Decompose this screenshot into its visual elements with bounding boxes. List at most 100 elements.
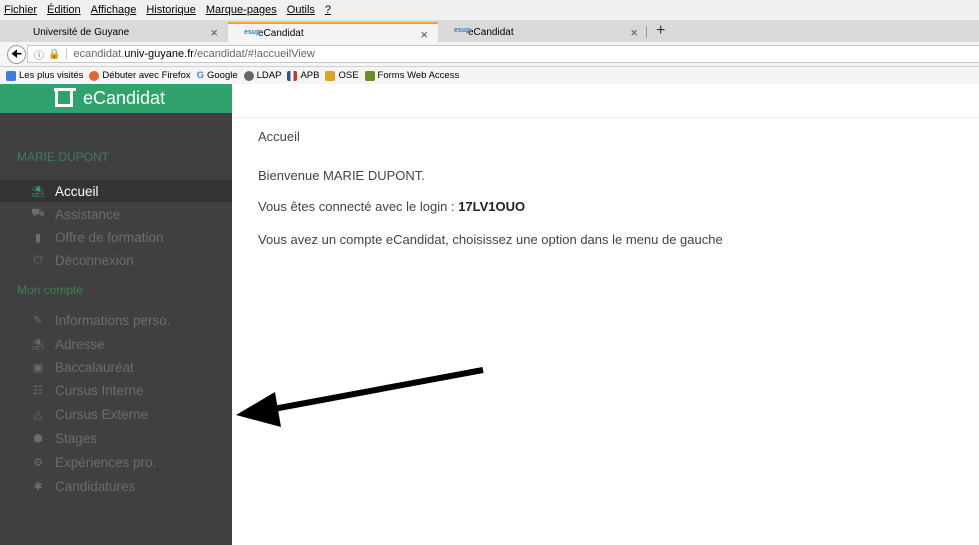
ecandidat-logo-icon [54, 87, 76, 107]
menu-historique[interactable]: Historique [146, 4, 196, 16]
sidebar-item-label: Candidatures [55, 478, 136, 494]
insecure-lock-icon[interactable]: 🔒 [48, 49, 60, 60]
sidebar-item-label: Stages [55, 430, 98, 446]
google-icon: G [196, 70, 204, 81]
sidebar-item-cursus-interne[interactable]: ☷ Cursus Interne [0, 379, 232, 401]
sidebar-item-adresse[interactable]: ⛱ Adresse [0, 333, 232, 355]
sidebar-item-baccalaureat[interactable]: ▣ Baccalauréat [0, 356, 232, 378]
tab-label: eCandidat [258, 27, 304, 39]
book-icon: ▣ [32, 361, 44, 374]
back-arrow-icon[interactable]: 🠈 [7, 45, 26, 64]
sidebar-item-label: Déconnexion [55, 252, 134, 268]
graduation-cap-icon: △ [33, 408, 43, 421]
bookmark-forms[interactable]: Forms Web Access [364, 70, 460, 81]
bookmark-label: APB [300, 70, 320, 81]
bookmark-most-visited[interactable]: Les plus visités [6, 70, 83, 81]
tab-bar: Université de Guyane × esup eCandidat × … [0, 20, 979, 42]
navigation-bar: 🠈 ⓘ 🔒 ecandidat. univ-guyane.fr/ecandidat… [0, 42, 979, 67]
menu-affichage[interactable]: Affichage [91, 4, 137, 16]
home-icon: ⛱ [31, 185, 45, 198]
firefox-icon [89, 70, 100, 81]
bookmark-label: OSE [338, 70, 359, 81]
sidebar-item-offre-formation[interactable]: ▮ Offre de formation [0, 226, 232, 248]
page-title: Accueil [258, 129, 300, 144]
main-content: Accueil Bienvenue MARIE DUPONT. Vous ête… [232, 84, 979, 545]
tab-ecandidat-active[interactable]: esup eCandidat × [228, 22, 438, 42]
tab-label: eCandidat [468, 26, 514, 38]
power-icon: ⏻ [33, 253, 43, 266]
sidebar-item-stages[interactable]: ⬢ Stages [0, 427, 232, 449]
tab-ecandidat[interactable]: esup eCandidat × [438, 22, 648, 42]
user-name: MARIE DUPONT [17, 150, 110, 164]
sidebar-item-label: Cursus Interne [55, 382, 144, 398]
url-bar[interactable]: ⓘ 🔒 ecandidat. univ-guyane.fr/ecandidat/#… [27, 45, 979, 63]
sidebar-item-label: Accueil [55, 183, 99, 199]
bookmark-icon: ▮ [34, 231, 42, 244]
sidebar-item-label: Expériences pro. [55, 454, 157, 470]
cube-icon: ⬢ [33, 432, 43, 445]
truck-icon: ⛟ [31, 207, 45, 219]
bookmark-ldap[interactable]: LDAP [243, 70, 282, 81]
brand-header[interactable]: eCandidat [0, 84, 232, 113]
sidebar-item-label: Adresse [55, 336, 105, 352]
sidebar-item-assistance[interactable]: ⛟ Assistance [0, 203, 232, 225]
asterisk-icon: ✱ [33, 480, 43, 493]
login-line: Vous êtes connecté avec le login : 17LV1… [258, 199, 525, 214]
menu-marque-pages[interactable]: Marque-pages [206, 4, 277, 16]
menu-aide[interactable]: ? [325, 4, 331, 16]
bookmark-getting-started[interactable]: Débuter avec Firefox [89, 70, 191, 81]
sidebar-item-cursus-externe[interactable]: △ Cursus Externe [0, 403, 232, 425]
sidebar-item-label: Assistance [55, 206, 121, 222]
brand-name: eCandidat [83, 88, 166, 108]
bookmarks-bar: Les plus visités Débuter avec Firefox G … [0, 67, 979, 84]
menu-edition[interactable]: Édition [47, 4, 81, 16]
new-tab-icon[interactable]: + [656, 22, 665, 40]
close-icon[interactable]: × [420, 27, 428, 42]
url-path: /ecandidat/#!accueilView [193, 48, 315, 60]
menu-bar: Fichier Édition Affichage Historique Mar… [0, 0, 979, 20]
bookmark-apb[interactable]: APB [287, 70, 319, 81]
sidebar-item-label: Informations perso. [55, 312, 171, 328]
bookmark-label: Forms Web Access [377, 70, 460, 81]
tab-separator [646, 26, 647, 38]
flag-icon [287, 70, 298, 81]
sidebar-item-deconnexion[interactable]: ⏻ Déconnexion [0, 249, 232, 271]
sidebar-item-informations[interactable]: ✎ Informations perso. [0, 309, 232, 331]
info-icon[interactable]: ⓘ [34, 47, 44, 62]
bookmark-label: LDAP [256, 70, 282, 81]
main-header [232, 84, 979, 118]
menu-outils[interactable]: Outils [287, 4, 315, 16]
sidebar-item-label: Baccalauréat [55, 359, 134, 375]
bookmark-label: Les plus visités [19, 70, 84, 81]
section-mon-compte: Mon compte [17, 283, 84, 297]
menu-fichier[interactable]: Fichier [4, 4, 37, 16]
url-prefix: ecandidat. [73, 48, 125, 60]
login-label: Vous êtes connecté avec le login : [258, 199, 459, 214]
bookmark-label: Débuter avec Firefox [102, 70, 191, 81]
sidebar-item-experiences[interactable]: ⚙ Expériences pro. [0, 451, 232, 473]
login-value: 17LV1OUO [458, 199, 526, 214]
ose-icon [325, 70, 336, 81]
bookmark-ose[interactable]: OSE [325, 70, 359, 81]
esup-icon: esup [454, 27, 471, 34]
info-text: Vous avez un compte eCandidat, choisisse… [258, 232, 723, 247]
cogs-icon: ⚙ [33, 456, 43, 469]
url-domain: univ-guyane.fr [124, 48, 194, 60]
close-icon[interactable]: × [210, 25, 218, 40]
esup-icon: esup [244, 29, 261, 36]
globe-icon [243, 70, 254, 81]
home-icon: ⛱ [31, 338, 45, 351]
sidebar-item-candidatures[interactable]: ✱ Candidatures [0, 475, 232, 497]
sidebar-item-label: Cursus Externe [55, 406, 149, 422]
tab-label: Université de Guyane [33, 26, 130, 38]
institution-icon: ☷ [33, 384, 43, 397]
close-icon[interactable]: × [630, 25, 638, 40]
sidebar-item-accueil[interactable]: ⛱ Accueil [0, 180, 232, 202]
sidebar-item-label: Offre de formation [55, 229, 164, 245]
url-divider [66, 48, 68, 60]
forms-icon [364, 70, 375, 81]
tab-universite[interactable]: Université de Guyane × [0, 22, 228, 42]
bookmark-google[interactable]: G Google [197, 70, 238, 81]
bookmark-folder-icon [6, 70, 16, 81]
sidebar: eCandidat MARIE DUPONT ⛱ Accueil ⛟ Assis… [0, 84, 232, 545]
